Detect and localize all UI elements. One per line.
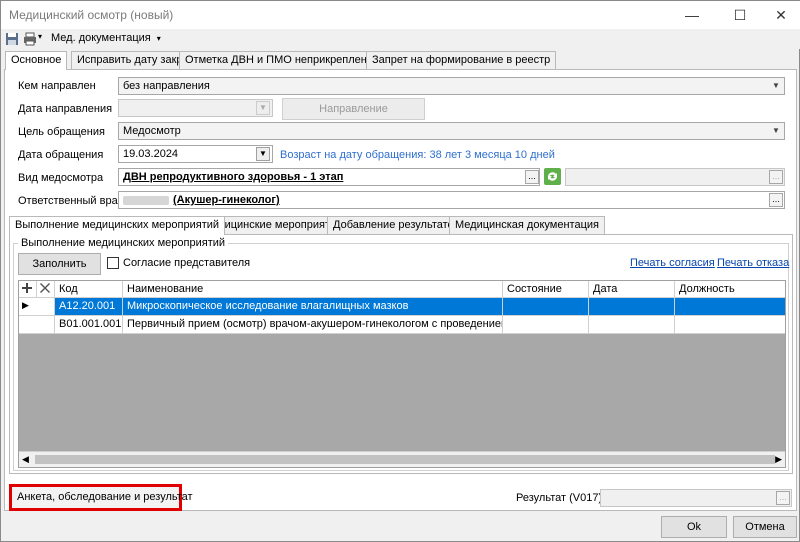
grid-header: Код Наименование Состояние Дата Должност…	[19, 281, 785, 298]
row-date[interactable]	[589, 298, 675, 315]
table-row[interactable]: B01.001.001 Первичный прием (осмотр) вра…	[19, 316, 785, 334]
row-name[interactable]: Первичный прием (осмотр) врачом-акушером…	[123, 316, 503, 333]
save-icon[interactable]	[5, 32, 19, 46]
med-docs-menu-label: Мед. документация	[51, 32, 151, 44]
scroll-left-icon[interactable]: ◀	[22, 454, 29, 465]
refresh-icon[interactable]	[544, 168, 561, 185]
title-bar: Медицинский осмотр (новый) — ☐ ✕	[1, 1, 800, 29]
row-code[interactable]: A12.20.001	[55, 298, 123, 315]
row-name[interactable]: Микроскопическое исследование влагалищны…	[123, 298, 503, 315]
table-row[interactable]: ▶ A12.20.001 Микроскопическое исследован…	[19, 298, 785, 316]
age-info: Возраст на дату обращения: 38 лет 3 меся…	[280, 149, 555, 161]
row-position[interactable]	[675, 316, 785, 333]
otv-vrach-value: (Акушер-гинеколог)	[173, 194, 280, 206]
kem-napravlen-label: Кем направлен	[18, 80, 96, 92]
med-docs-menu[interactable]: Мед. документация ▾	[51, 32, 161, 44]
scroll-right-icon[interactable]: ▶	[775, 454, 782, 465]
column-header-code[interactable]: Код	[55, 281, 123, 297]
row-code[interactable]: B01.001.001	[55, 316, 123, 333]
vid-medosmotra-field[interactable]: ДВН репродуктивного здоровья - 1 этап	[118, 168, 540, 186]
tab-med-dokumentatsiya[interactable]: Медицинская документация	[449, 216, 605, 234]
tsel-obrascheniya-label: Цель обращения	[18, 126, 105, 138]
extra-ellipsis-button[interactable]: ...	[769, 170, 783, 184]
chevron-down-icon: ▼	[772, 126, 780, 135]
toolbar: ▾ Мед. документация ▾	[1, 29, 800, 49]
horizontal-scrollbar[interactable]: ◀ ▶	[19, 451, 785, 467]
otv-vrach-ellipsis-button[interactable]: ...	[769, 193, 783, 207]
result-label: Результат (V017)	[516, 492, 603, 504]
print-dropdown-icon[interactable]: ▾	[38, 32, 42, 41]
anketa-button[interactable]: Анкета, обследование и результат	[17, 491, 193, 503]
otv-vrach-label: Ответственный врач	[18, 195, 124, 207]
maximize-button[interactable]: ☐	[725, 5, 755, 25]
tab-dobavlenie-rezultatov[interactable]: Добавление результатов	[327, 216, 466, 234]
cancel-button[interactable]: Отмена	[733, 516, 797, 538]
result-ellipsis-button[interactable]: ...	[776, 491, 790, 505]
chevron-down-icon: ▾	[156, 34, 161, 43]
tsel-obrascheniya-combo[interactable]: Медосмотр ▼	[118, 122, 785, 140]
window-title: Медицинский осмотр (новый)	[9, 8, 174, 22]
close-button[interactable]: ✕	[766, 5, 796, 25]
vid-medosmotra-value: ДВН репродуктивного здоровья - 1 этап	[123, 171, 344, 183]
minimize-button[interactable]: —	[677, 5, 707, 25]
calendar-dropdown-icon[interactable]: ▼	[256, 147, 270, 161]
add-row-icon[interactable]	[19, 281, 37, 297]
group-title: Выполнение медицинских мероприятий	[18, 237, 229, 249]
column-header-position[interactable]: Должность	[675, 281, 785, 297]
tsel-obrascheniya-value: Медосмотр	[123, 125, 181, 137]
scroll-thumb[interactable]	[35, 455, 775, 464]
calendar-dropdown-icon[interactable]: ▼	[256, 101, 270, 115]
data-napravleniya-field[interactable]: ▼	[118, 99, 273, 117]
row-position[interactable]	[675, 298, 785, 315]
medical-exam-window: Медицинский осмотр (новый) — ☐ ✕ ▾ Мед. …	[0, 0, 800, 542]
data-napravleniya-label: Дата направления	[18, 103, 113, 115]
tab-osnovnoe[interactable]: Основное	[5, 51, 68, 70]
data-obrascheniya-field[interactable]: 19.03.2024 ▼	[118, 145, 273, 163]
print-icon[interactable]	[23, 32, 37, 46]
tab-dvn-pmo[interactable]: Отметка ДВН и ПМО неприкрепленные	[179, 51, 393, 69]
row-date[interactable]	[589, 316, 675, 333]
otv-vrach-field[interactable]: (Акушер-гинеколог) ...	[118, 191, 785, 209]
anketa-highlight: Анкета, обследование и результат	[9, 484, 193, 511]
tab-registry-ban[interactable]: Запрет на формирование в реестр	[366, 51, 557, 69]
tab-vypolnenie[interactable]: Выполнение медицинских мероприятий	[9, 216, 226, 235]
vid-medosmotra-label: Вид медосмотра	[18, 172, 104, 184]
chevron-down-icon: ▼	[772, 81, 780, 90]
ok-button[interactable]: Ok	[661, 516, 727, 538]
redacted-name	[123, 196, 169, 205]
print-refusal-link[interactable]: Печать отказа	[717, 257, 789, 269]
column-header-state[interactable]: Состояние	[503, 281, 589, 297]
napravlenie-button[interactable]: Направление	[282, 98, 425, 120]
row-state[interactable]	[503, 316, 589, 333]
vid-medosmotra-extra-field[interactable]: ...	[565, 168, 785, 186]
column-header-name[interactable]: Наименование	[123, 281, 503, 297]
consent-checkbox-label: Согласие представителя	[123, 257, 251, 269]
column-header-date[interactable]: Дата	[589, 281, 675, 297]
delete-row-icon[interactable]	[37, 281, 55, 297]
data-obrascheniya-value: 19.03.2024	[123, 148, 179, 160]
consent-checkbox[interactable]	[107, 257, 119, 269]
procedures-grid: Код Наименование Состояние Дата Должност…	[18, 280, 786, 468]
result-field[interactable]: ...	[600, 489, 792, 507]
print-consent-link[interactable]: Печать согласия	[630, 257, 715, 269]
current-row-indicator-icon: ▶	[19, 298, 55, 315]
row-indicator	[19, 316, 55, 333]
kem-napravlen-combo[interactable]: без направления ▼	[118, 77, 785, 95]
data-obrascheniya-label: Дата обращения	[18, 149, 104, 161]
vid-medosmotra-ellipsis-button[interactable]: ...	[525, 170, 539, 184]
row-state[interactable]	[503, 298, 589, 315]
kem-napravlen-value: без направления	[123, 80, 210, 92]
fill-button[interactable]: Заполнить	[18, 253, 101, 275]
